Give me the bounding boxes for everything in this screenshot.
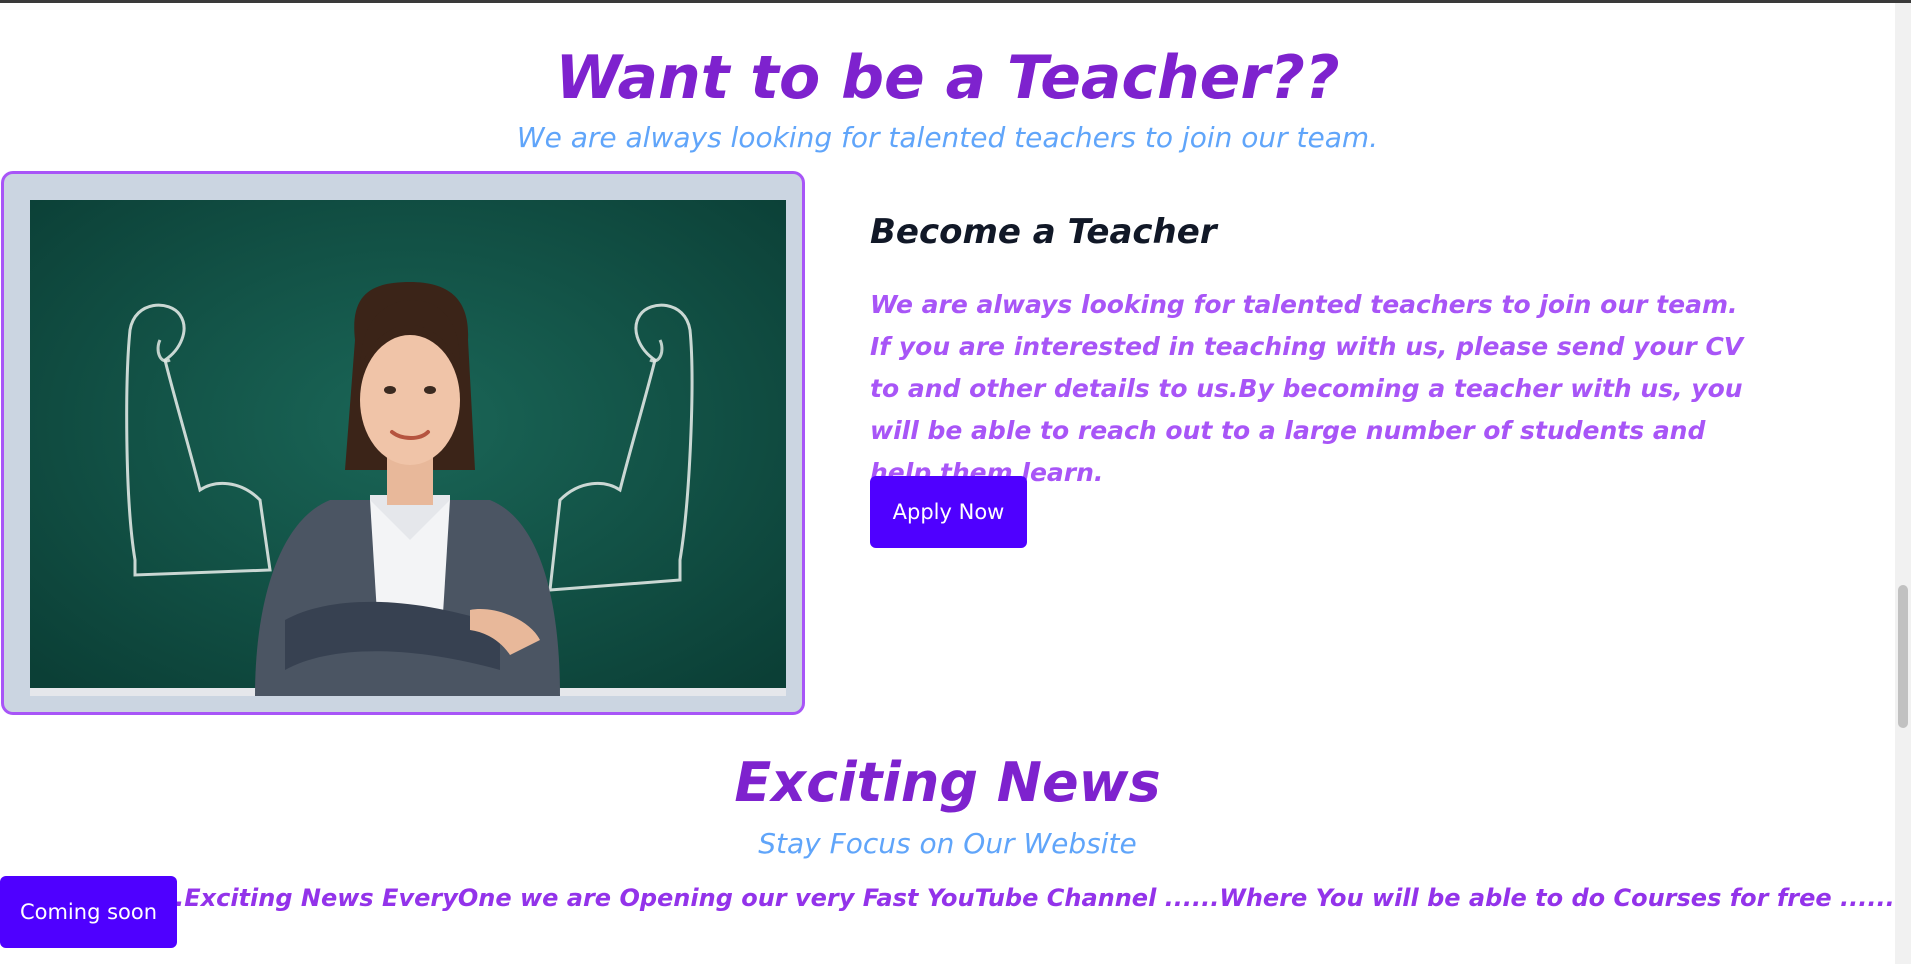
- apply-now-button[interactable]: Apply Now: [870, 476, 1027, 548]
- scrollbar-thumb[interactable]: [1898, 585, 1908, 728]
- browser-top-border: [0, 0, 1911, 3]
- become-teacher-title: Become a Teacher: [870, 212, 1217, 252]
- teacher-section-subtitle: We are always looking for talented teach…: [516, 121, 1379, 154]
- vertical-scrollbar[interactable]: [1895, 3, 1911, 964]
- news-section-subtitle: Stay Focus on Our Website: [758, 827, 1137, 860]
- teacher-section-title: Want to be a Teacher??: [555, 43, 1340, 113]
- news-marquee: dates.......Exciting News EveryOne we ar…: [0, 878, 1895, 918]
- news-section-title: Exciting News: [734, 751, 1161, 814]
- teacher-image-frame: [1, 171, 805, 715]
- teacher-photo: [30, 200, 786, 696]
- become-teacher-description: We are always looking for talented teach…: [870, 290, 1744, 487]
- news-marquee-text: dates.......Exciting News EveryOne we ar…: [45, 884, 1895, 912]
- coming-soon-button[interactable]: Coming soon: [0, 876, 177, 948]
